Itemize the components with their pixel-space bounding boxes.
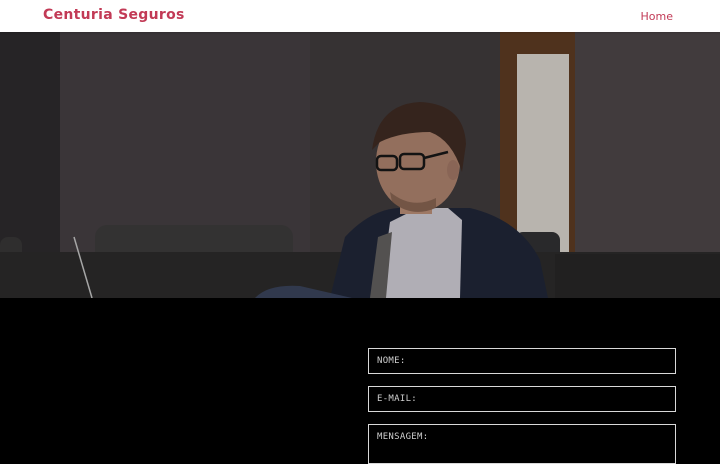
email-input[interactable] xyxy=(368,386,676,412)
hero-photo xyxy=(0,32,720,298)
nav-link-home[interactable]: Home xyxy=(641,10,673,23)
name-input[interactable] xyxy=(368,348,676,374)
message-textarea[interactable] xyxy=(368,424,676,464)
hero-section xyxy=(0,32,720,298)
brand-logo-link[interactable]: Centuria Seguros xyxy=(43,7,185,23)
navbar: Centuria Seguros Home xyxy=(0,0,720,32)
contact-section xyxy=(0,298,720,464)
